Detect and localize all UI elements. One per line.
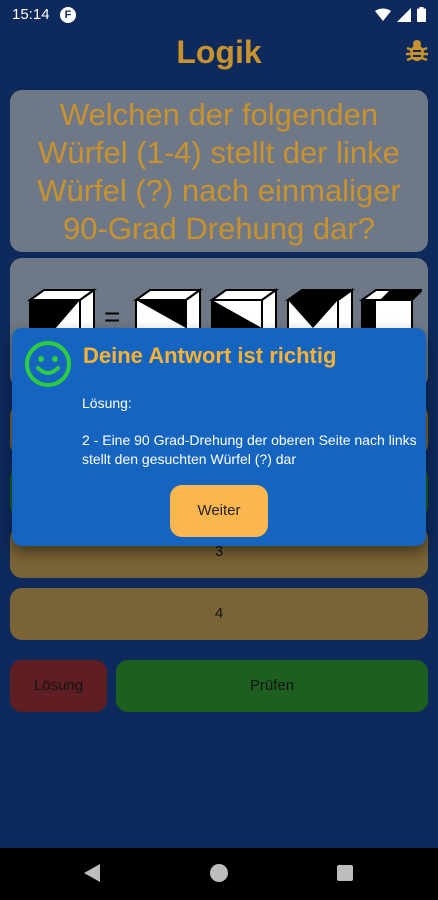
question-line: 90-Grad Drehung dar? xyxy=(63,211,375,246)
question-line: Welchen der folgenden xyxy=(59,97,379,132)
answer-button-4[interactable]: 4 xyxy=(10,588,428,640)
app-title: Logik xyxy=(176,34,262,70)
question-card: Welchen der folgenden Würfel (1-4) stell… xyxy=(10,90,428,252)
cube-option-1 xyxy=(132,288,204,328)
battery-icon xyxy=(417,7,426,22)
solution-label: Lösung: xyxy=(82,395,132,411)
smiley-icon xyxy=(25,341,71,387)
notification-icon: F xyxy=(60,7,76,23)
recent-apps-icon[interactable] xyxy=(337,865,353,881)
check-button[interactable]: Prüfen xyxy=(116,660,428,712)
solution-text: 2 - Eine 90 Grad-Drehung der oberen Seit… xyxy=(82,432,417,467)
continue-button[interactable]: Weiter xyxy=(170,485,268,537)
signal-icon xyxy=(397,7,411,22)
back-icon[interactable] xyxy=(84,864,100,882)
cube-option-3 xyxy=(284,288,356,328)
dialog-title: Deine Antwort ist richtig xyxy=(83,343,337,368)
cube-question xyxy=(26,288,98,328)
bug-icon[interactable] xyxy=(404,38,430,64)
question-line: Würfel (?) nach einmaliger xyxy=(37,173,401,208)
cube-option-4 xyxy=(358,289,422,328)
result-dialog: Deine Antwort ist richtig Lösung: 2 - Ei… xyxy=(12,328,426,546)
home-icon[interactable] xyxy=(210,864,228,882)
question-line: Würfel (1-4) stellt der linke xyxy=(38,135,400,170)
solution-button[interactable]: Lösung xyxy=(10,660,107,712)
app-bar: Logik xyxy=(0,30,438,78)
status-icons xyxy=(375,7,426,22)
wifi-icon xyxy=(375,8,391,21)
cube-option-2 xyxy=(208,288,280,328)
status-time: 15:14 xyxy=(12,6,50,23)
navigation-bar xyxy=(0,848,438,900)
status-bar: 15:14 F xyxy=(0,0,438,30)
equals-sign: = xyxy=(104,301,120,328)
